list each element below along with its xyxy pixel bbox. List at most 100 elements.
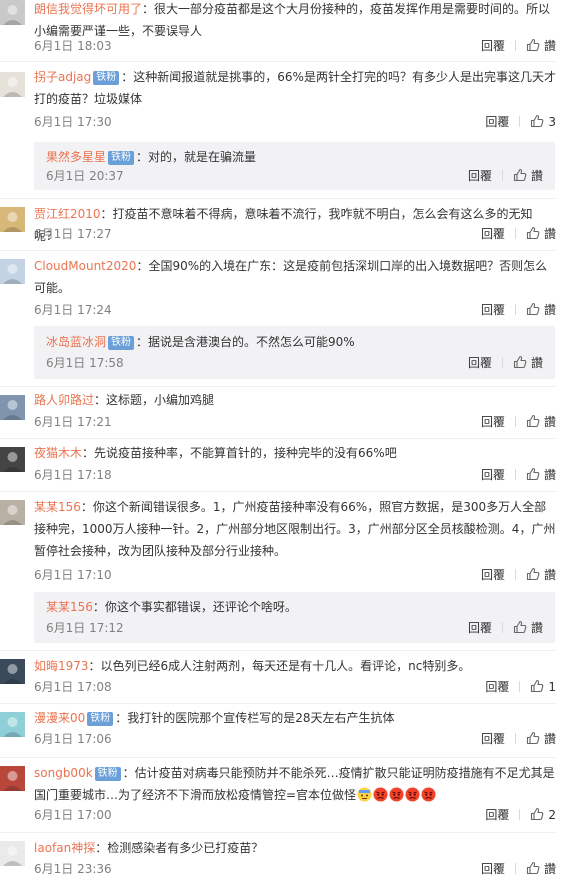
fan-badge[interactable]: 铁粉 bbox=[108, 336, 135, 350]
like-button[interactable]: 讚 bbox=[513, 355, 543, 370]
like-count: 3 bbox=[548, 115, 556, 129]
like-button[interactable]: 讚 bbox=[513, 620, 543, 635]
reply-text: 果然多星星 铁粉 ：对的，就是在骗流量 bbox=[46, 146, 546, 168]
like-button[interactable]: 讚 bbox=[526, 226, 556, 241]
comment-actions: 回覆 3 bbox=[485, 114, 556, 130]
comment-meta: 6月1日 18:03 回覆 讚 bbox=[34, 38, 556, 54]
like-button[interactable]: 讚 bbox=[526, 38, 556, 53]
username-link[interactable]: 贾江红2010 bbox=[34, 207, 101, 221]
comment-body: ：以色列已经6成人注射两剂，每天还是有十几人。看评论，nc特别多。 bbox=[88, 659, 471, 673]
like-button[interactable]: 讚 bbox=[513, 168, 543, 183]
username-link[interactable]: 某某156 bbox=[46, 600, 93, 614]
like-button[interactable]: 1 bbox=[530, 679, 556, 694]
reply-button[interactable]: 回覆 bbox=[481, 732, 505, 746]
reply-button[interactable]: 回覆 bbox=[481, 568, 505, 582]
timestamp: 6月1日 17:58 bbox=[46, 356, 124, 370]
comment-actions: 回覆 讚 bbox=[468, 355, 543, 371]
like-button[interactable]: 讚 bbox=[526, 731, 556, 746]
divider bbox=[514, 469, 516, 480]
comment-meta: 6月1日 17:21 回覆 讚 bbox=[34, 414, 556, 430]
thumbs-up-icon bbox=[526, 414, 540, 428]
username-link[interactable]: 漫漫来00 bbox=[34, 711, 85, 725]
comment-divider bbox=[0, 198, 556, 199]
reply-button[interactable]: 回覆 bbox=[468, 169, 492, 183]
like-button[interactable]: 2 bbox=[530, 807, 556, 822]
reply-button[interactable]: 回覆 bbox=[481, 862, 505, 876]
comment-actions: 回覆 2 bbox=[485, 807, 556, 823]
username-link[interactable]: laofan神探 bbox=[34, 841, 95, 855]
fan-badge[interactable]: 铁粉 bbox=[94, 767, 121, 781]
username-link[interactable]: 如晦1973 bbox=[34, 659, 89, 673]
comment-actions: 回覆 1 bbox=[485, 679, 556, 695]
username-link[interactable]: 朗信我觉得坏可用了 bbox=[34, 2, 142, 16]
sweat-emoji-icon bbox=[357, 787, 372, 802]
comment-meta: 6月1日 17:24 回覆 讚 bbox=[34, 302, 556, 318]
comment-meta: 6月1日 17:12 回覆 讚 bbox=[46, 620, 543, 636]
fan-badge[interactable]: 铁粉 bbox=[87, 712, 114, 726]
user-avatar[interactable] bbox=[0, 447, 25, 472]
comment-actions: 回覆 讚 bbox=[481, 731, 556, 747]
comment-divider bbox=[0, 703, 556, 704]
thumbs-up-icon bbox=[530, 679, 544, 693]
reply-button[interactable]: 回覆 bbox=[481, 39, 505, 53]
user-avatar[interactable] bbox=[0, 395, 25, 420]
angry-emoji-icon bbox=[421, 787, 436, 802]
user-avatar[interactable] bbox=[0, 0, 25, 25]
reply-button[interactable]: 回覆 bbox=[481, 415, 505, 429]
like-button[interactable]: 3 bbox=[530, 114, 556, 129]
reply-button[interactable]: 回覆 bbox=[481, 468, 505, 482]
user-avatar[interactable] bbox=[0, 500, 25, 525]
comment-divider bbox=[0, 832, 556, 833]
comment-actions: 回覆 讚 bbox=[468, 620, 543, 636]
username-link[interactable]: 冰岛蓝冰洞 bbox=[46, 335, 106, 349]
comment-text: 如晦1973：以色列已经6成人注射两剂，每天还是有十几人。看评论，nc特别多。 bbox=[34, 655, 556, 677]
username-link[interactable]: 拐子adjag bbox=[34, 70, 91, 84]
comment-divider bbox=[0, 386, 556, 387]
username-link[interactable]: 果然多星星 bbox=[46, 150, 106, 164]
comment-text: songb00k 铁粉 ：估计疫苗对病毒只能预防并不能杀死…疫情扩散只能证明防疫措施… bbox=[34, 762, 556, 806]
divider bbox=[514, 733, 516, 744]
user-avatar[interactable] bbox=[0, 659, 25, 684]
reply-button[interactable]: 回覆 bbox=[485, 115, 509, 129]
comment-text: CloudMount2020：全国90%的入境在广东：这是疫前包括深圳口岸的出入… bbox=[34, 255, 556, 299]
divider bbox=[501, 622, 503, 633]
reply-button[interactable]: 回覆 bbox=[485, 680, 509, 694]
sub-reply: 某某156：你这个事实都错误，还评论个啥呀。 6月1日 17:12 回覆 讚 bbox=[34, 592, 555, 643]
comment-actions: 回覆 讚 bbox=[481, 467, 556, 483]
like-button[interactable]: 讚 bbox=[526, 567, 556, 582]
like-count: 讚 bbox=[543, 227, 556, 241]
like-count: 讚 bbox=[530, 356, 543, 370]
fan-badge[interactable]: 铁粉 bbox=[93, 71, 120, 85]
like-count: 讚 bbox=[543, 862, 556, 876]
like-button[interactable]: 讚 bbox=[526, 467, 556, 482]
reply-button[interactable]: 回覆 bbox=[485, 808, 509, 822]
reply-text: 某某156：你这个事实都错误，还评论个啥呀。 bbox=[46, 596, 546, 618]
angry-emoji-icon bbox=[405, 787, 420, 802]
comment-body: ：检测感染者有多少已打疫苗？ bbox=[95, 841, 264, 855]
like-button[interactable]: 讚 bbox=[526, 414, 556, 429]
user-avatar[interactable] bbox=[0, 259, 25, 284]
user-avatar[interactable] bbox=[0, 72, 25, 97]
user-avatar[interactable] bbox=[0, 766, 25, 791]
username-link[interactable]: CloudMount2020 bbox=[34, 259, 136, 273]
like-button[interactable]: 讚 bbox=[526, 302, 556, 317]
comment-actions: 回覆 讚 bbox=[481, 38, 556, 54]
comment-meta: 6月1日 20:37 回覆 讚 bbox=[46, 168, 543, 184]
reply-button[interactable]: 回覆 bbox=[468, 621, 492, 635]
reply-button[interactable]: 回覆 bbox=[481, 303, 505, 317]
thumbs-up-icon bbox=[513, 168, 527, 182]
user-avatar[interactable] bbox=[0, 207, 25, 232]
fan-badge[interactable]: 铁粉 bbox=[108, 151, 135, 165]
reply-button[interactable]: 回覆 bbox=[481, 227, 505, 241]
username-link[interactable]: 某某156 bbox=[34, 500, 81, 514]
timestamp: 6月1日 17:27 bbox=[34, 227, 112, 241]
username-link[interactable]: 夜猫木木 bbox=[34, 446, 82, 460]
reply-button[interactable]: 回覆 bbox=[468, 356, 492, 370]
username-link[interactable]: 路人卯路过 bbox=[34, 393, 94, 407]
user-avatar[interactable] bbox=[0, 841, 25, 866]
thumbs-up-icon bbox=[526, 567, 540, 581]
username-link[interactable]: songb00k bbox=[34, 766, 93, 780]
user-avatar[interactable] bbox=[0, 712, 25, 737]
like-button[interactable]: 讚 bbox=[526, 861, 556, 876]
thumbs-up-icon bbox=[526, 467, 540, 481]
